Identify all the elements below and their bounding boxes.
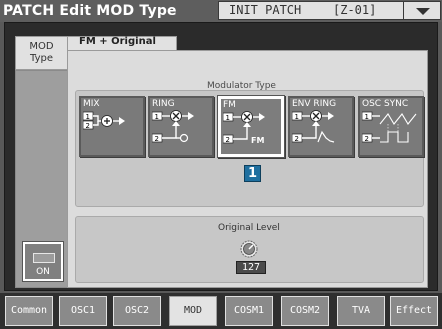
svg-text:2: 2	[155, 135, 159, 143]
on-switch-label: ON	[36, 267, 50, 277]
tab-tva[interactable]: TVA	[337, 296, 385, 326]
patch-number: [Z-01]	[333, 3, 377, 17]
chevron-down-icon	[416, 8, 430, 15]
svg-text:2: 2	[365, 135, 369, 143]
fm-button[interactable]: FM 1 2 FM	[218, 96, 284, 157]
modulator-type-label: Modulator Type	[207, 81, 276, 91]
svg-text:1: 1	[365, 113, 369, 121]
tab-mod[interactable]: MOD	[169, 296, 217, 326]
fm-button-label: FM	[223, 100, 236, 110]
tab-fm-original[interactable]: FM + Original	[67, 36, 177, 50]
page-title: PATCH Edit MOD Type	[3, 3, 177, 19]
tab-osc1[interactable]: OSC1	[59, 296, 107, 326]
selection-marker: 1	[244, 165, 261, 182]
env-ring-icon: 1 2	[292, 110, 335, 143]
on-switch[interactable]: ON	[23, 242, 63, 281]
ring-button[interactable]: RING 1 2	[148, 96, 214, 157]
env-ring-button-label: ENV RING	[292, 99, 337, 109]
osc-sync-button[interactable]: OSC SYNC 1 2	[358, 96, 424, 157]
svg-text:2: 2	[226, 136, 230, 144]
osc-sync-icon: 1 2	[362, 111, 417, 143]
tab-fm-original-label: FM + Original	[79, 36, 156, 47]
tab-common[interactable]: Common	[5, 296, 53, 326]
tab-mod-type-line1: MOD	[29, 41, 54, 52]
svg-text:2: 2	[295, 135, 299, 143]
tab-mod-type-line2: Type	[30, 53, 53, 64]
mix-button[interactable]: MIX 1 2	[79, 96, 145, 157]
patch-edit-screen: PATCH Edit MOD Type INIT PATCH [Z-01] MO…	[0, 0, 442, 329]
switch-indicator	[33, 253, 55, 263]
svg-text:FM: FM	[251, 136, 264, 145]
fm-icon: 1 2 FM	[223, 111, 265, 145]
original-level-value: 127	[236, 261, 266, 274]
svg-text:1: 1	[86, 113, 90, 121]
tab-cosm2[interactable]: COSM2	[281, 296, 329, 326]
svg-text:2: 2	[86, 122, 90, 130]
knob-icon[interactable]	[240, 240, 258, 258]
patch-name-field[interactable]: INIT PATCH [Z-01]	[218, 1, 404, 20]
svg-text:1: 1	[226, 114, 230, 122]
tab-effect[interactable]: Effect	[390, 296, 438, 326]
patch-menu-button[interactable]	[404, 1, 441, 20]
svg-text:1: 1	[155, 113, 159, 121]
tab-mod-type[interactable]: MOD Type	[15, 36, 67, 70]
patch-name: INIT PATCH	[229, 3, 302, 17]
title-bar: PATCH Edit MOD Type INIT PATCH [Z-01]	[0, 0, 442, 22]
osc-sync-button-label: OSC SYNC	[362, 99, 409, 109]
tab-cosm1[interactable]: COSM1	[225, 296, 273, 326]
mix-icon: 1 2	[83, 111, 125, 130]
ring-icon: 1 2	[152, 110, 194, 143]
svg-text:1: 1	[295, 113, 299, 121]
mix-button-label: MIX	[83, 99, 100, 109]
ring-button-label: RING	[152, 99, 175, 109]
tab-osc2[interactable]: OSC2	[113, 296, 161, 326]
original-level-label: Original Level	[218, 223, 280, 233]
env-ring-button[interactable]: ENV RING 1 2	[288, 96, 354, 157]
